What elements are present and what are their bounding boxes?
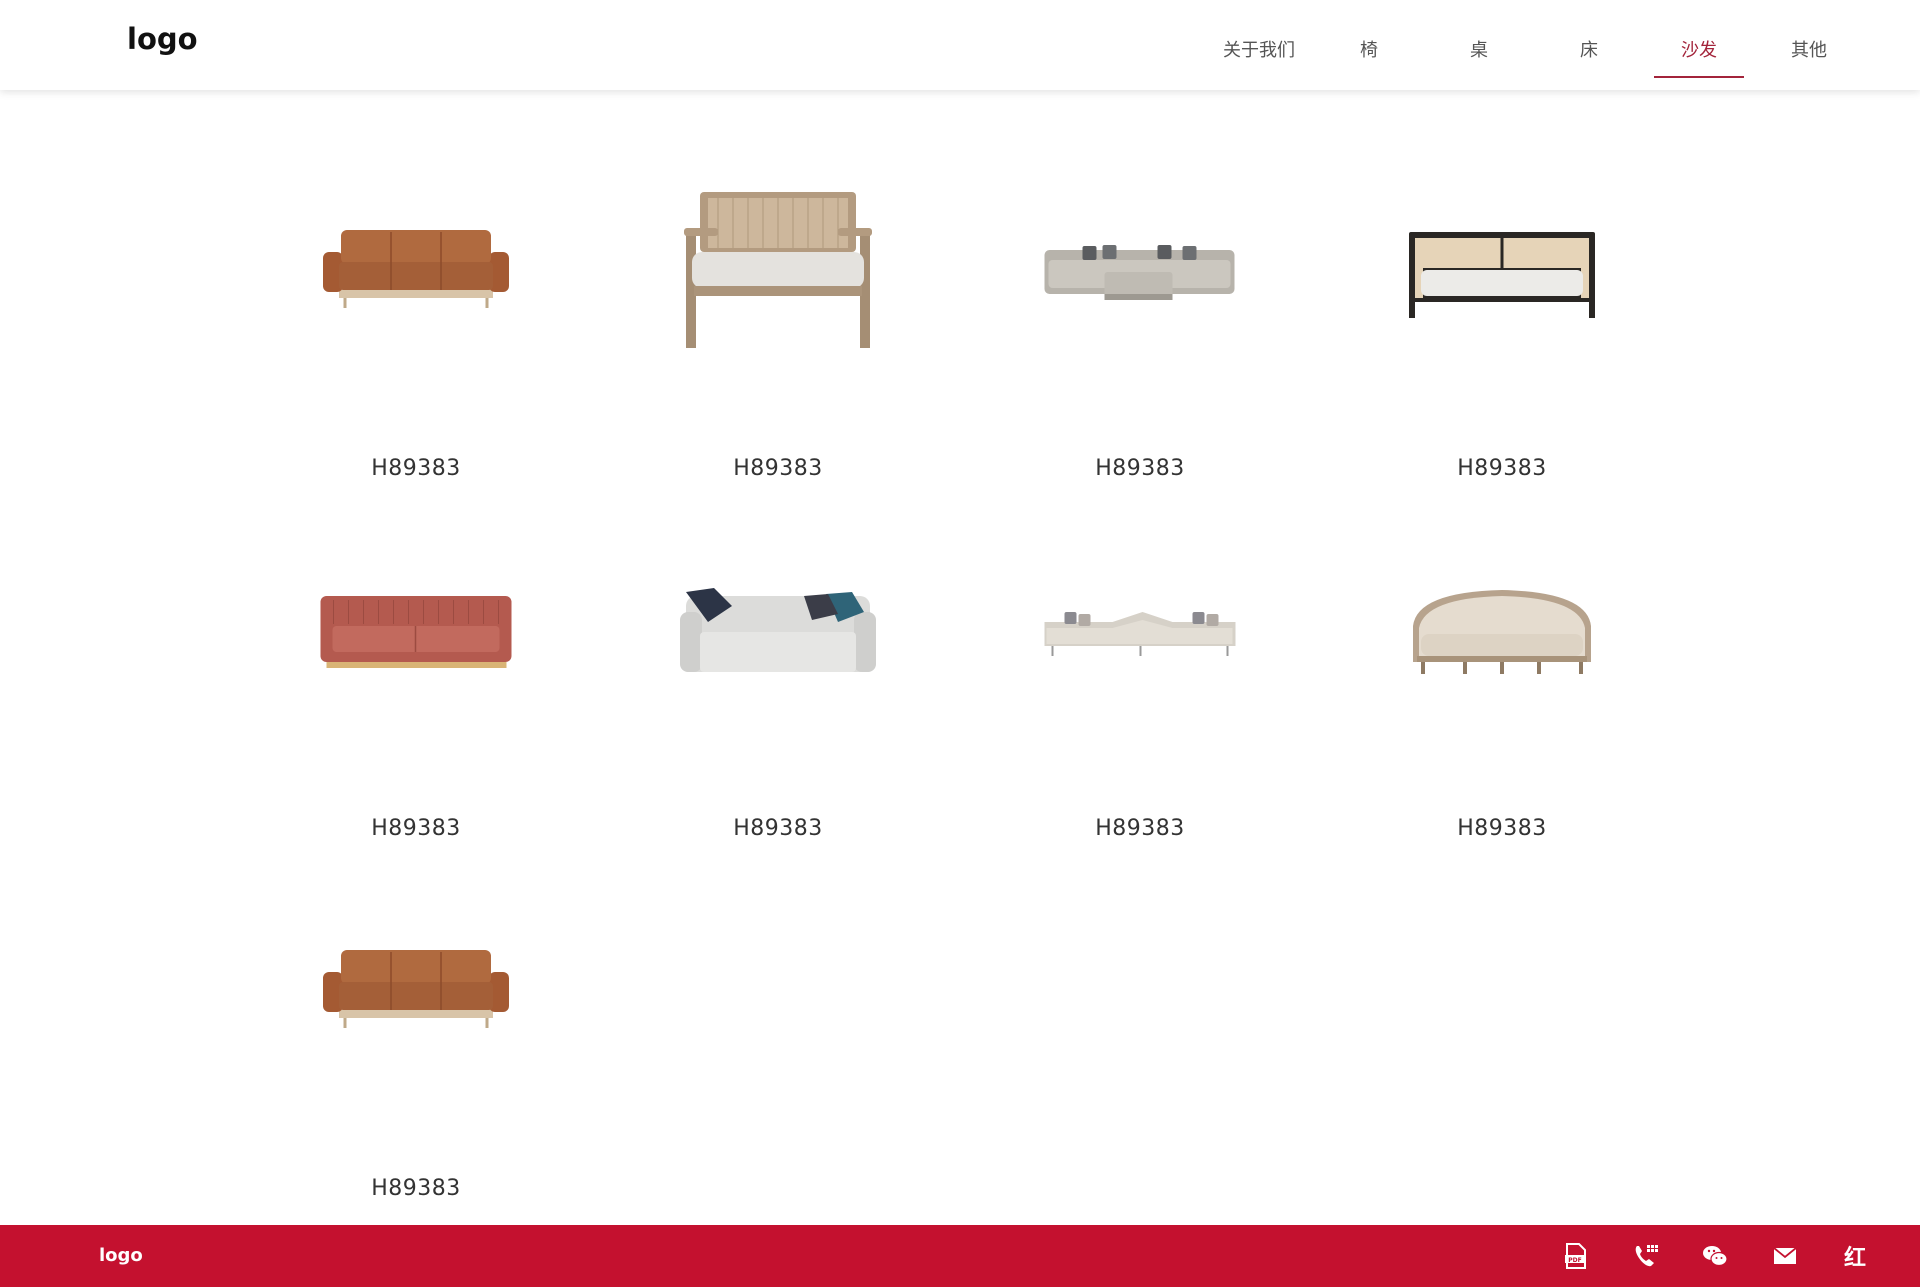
pink-velvet-sofa-image	[320, 596, 512, 668]
product-code: H89383	[1095, 816, 1185, 841]
mail-icon[interactable]	[1750, 1239, 1820, 1273]
product-code: H89383	[1457, 816, 1547, 841]
product-card[interactable]: H89383	[266, 150, 566, 481]
svg-text:PDF: PDF	[1568, 1257, 1581, 1264]
nav-item-sofas[interactable]: 沙发	[1644, 36, 1754, 78]
product-card[interactable]: H89383	[628, 150, 928, 481]
product-code: H89383	[1457, 456, 1547, 481]
pdf-icon[interactable]: PDF	[1540, 1239, 1610, 1273]
nav-item-other[interactable]: 其他	[1754, 36, 1864, 78]
footer-icons: PDF 红	[1540, 1239, 1890, 1273]
product-card[interactable]: H89383	[266, 510, 566, 841]
product-code: H89383	[1095, 456, 1185, 481]
product-card[interactable]: H89383	[990, 510, 1290, 841]
product-code: H89383	[371, 816, 461, 841]
nav-item-tables[interactable]: 桌	[1424, 36, 1534, 78]
cane-bench-image	[684, 192, 872, 348]
product-code: H89383	[371, 456, 461, 481]
product-card[interactable]: H89383	[628, 510, 928, 841]
svg-text:红: 红	[1844, 1245, 1866, 1270]
leather-sofa-image	[323, 230, 509, 308]
product-card[interactable]: H89383	[1352, 510, 1652, 841]
nav-item-chairs[interactable]: 椅	[1314, 36, 1424, 78]
footer-logo[interactable]: logo	[99, 1245, 143, 1266]
wechat-icon[interactable]	[1680, 1239, 1750, 1273]
main-nav: 关于我们 椅 桌 床 沙发 其他	[1204, 36, 1864, 78]
product-code: H89383	[371, 1176, 461, 1201]
product-card[interactable]: H89383	[266, 870, 566, 1201]
brand-icon[interactable]: 红	[1820, 1239, 1890, 1273]
leather-sofa-image	[323, 950, 509, 1028]
product-card[interactable]: H89383	[990, 150, 1290, 481]
white-slipcover-sofa-image	[680, 588, 876, 672]
corner-sectional-image	[1044, 612, 1236, 656]
site-header: logo 关于我们 椅 桌 床 沙发 其他	[0, 0, 1920, 90]
sectional-sofa-image	[1044, 245, 1235, 300]
header-logo[interactable]: logo	[127, 22, 198, 56]
product-code: H89383	[733, 816, 823, 841]
nav-item-about[interactable]: 关于我们	[1204, 36, 1314, 78]
nav-item-beds[interactable]: 床	[1534, 36, 1644, 78]
camelback-sofa-image	[1413, 590, 1591, 674]
phone-icon[interactable]	[1610, 1239, 1680, 1273]
product-card[interactable]: H89383	[1352, 150, 1652, 481]
cane-daybed-image	[1409, 232, 1595, 318]
site-footer: logo PDF 红	[0, 1225, 1920, 1287]
product-code: H89383	[733, 456, 823, 481]
